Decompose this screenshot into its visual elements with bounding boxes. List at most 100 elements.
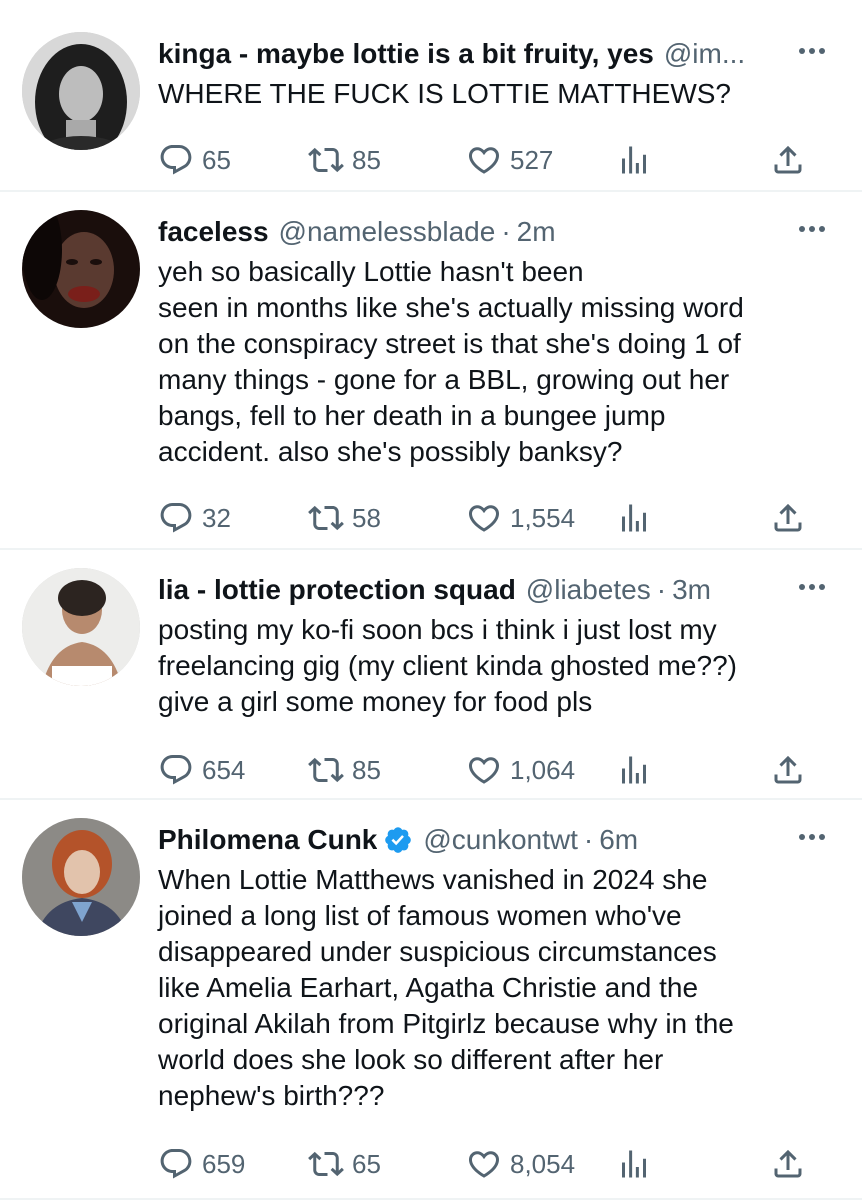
reply-icon <box>158 752 194 788</box>
tweet-text-line: freelancing gig (my client kinda ghosted… <box>158 650 737 681</box>
retweet-button[interactable]: 85 <box>308 748 381 792</box>
tweet-text: yeh so basically Lottie hasn't been seen… <box>158 254 818 470</box>
views-button[interactable] <box>616 1142 652 1186</box>
views-button[interactable] <box>616 748 652 792</box>
retweet-button[interactable]: 65 <box>308 1142 381 1186</box>
tweet[interactable]: Philomena Cunk @cunkontwt · 6m When Lott… <box>0 800 862 1200</box>
share-button[interactable] <box>770 1142 806 1186</box>
avatar[interactable] <box>22 818 140 936</box>
tweet-header: kinga - maybe lottie is a bit fruity, ye… <box>158 32 840 76</box>
tweet[interactable]: faceless @namelessblade · 2m yeh so basi… <box>0 192 862 550</box>
share-icon <box>770 500 806 536</box>
author-name[interactable]: faceless <box>158 216 269 248</box>
like-button[interactable]: 8,054 <box>466 1142 575 1186</box>
author-name[interactable]: lia - lottie protection squad <box>158 574 516 606</box>
tweet-text-line: accident. also she's possibly banksy? <box>158 436 623 467</box>
tweet-text-line: bangs, fell to her death in a bungee jum… <box>158 400 666 431</box>
avatar-image <box>22 32 140 150</box>
reply-count: 654 <box>202 754 246 785</box>
reply-button[interactable]: 65 <box>158 138 231 182</box>
like-button[interactable]: 1,064 <box>466 748 575 792</box>
tweet-text-line: joined a long list of famous women who'v… <box>158 900 682 931</box>
reply-icon <box>158 1146 194 1182</box>
tweet-text: WHERE THE FUCK IS LOTTIE MATTHEWS? <box>158 76 818 112</box>
more-icon[interactable] <box>792 36 832 66</box>
retweet-count: 58 <box>352 502 381 533</box>
more-icon[interactable] <box>792 572 832 602</box>
share-button[interactable] <box>770 748 806 792</box>
share-icon <box>770 1146 806 1182</box>
tweet-feed: kinga - maybe lottie is a bit fruity, ye… <box>0 0 862 1200</box>
like-count: 1,554 <box>510 502 576 533</box>
reply-button[interactable]: 659 <box>158 1142 245 1186</box>
tweet-actions: 65 85 527 <box>158 138 818 182</box>
separator-dot: · <box>501 216 511 247</box>
reply-button[interactable]: 654 <box>158 748 245 792</box>
tweet-text-line: When Lottie Matthews vanished in 2024 sh… <box>158 864 708 895</box>
tweet[interactable]: lia - lottie protection squad @liabetes … <box>0 550 862 800</box>
share-button[interactable] <box>770 496 806 540</box>
tweet-time[interactable]: 6m <box>599 824 638 856</box>
like-count: 527 <box>510 144 554 175</box>
tweet[interactable]: kinga - maybe lottie is a bit fruity, ye… <box>0 0 862 192</box>
tweet-actions: 654 85 1,064 <box>158 748 818 792</box>
retweet-count: 65 <box>352 1148 381 1179</box>
retweet-count: 85 <box>352 144 381 175</box>
tweet-text-line: nephew's birth??? <box>158 1080 385 1111</box>
like-count: 1,064 <box>510 754 576 785</box>
separator-dot: · <box>583 824 594 855</box>
retweet-button[interactable]: 85 <box>308 138 381 182</box>
like-button[interactable]: 527 <box>466 138 553 182</box>
tweet-time[interactable]: 2m <box>517 216 556 248</box>
separator-dot: · <box>656 574 667 605</box>
tweet-time[interactable]: 3m <box>672 574 711 606</box>
avatar[interactable] <box>22 32 140 150</box>
tweet-actions: 32 58 1,554 <box>158 496 818 540</box>
tweet-text-line: on the conspiracy street is that she's d… <box>158 328 741 359</box>
more-icon[interactable] <box>792 822 832 852</box>
retweet-icon <box>308 1146 344 1182</box>
avatar-image <box>22 818 140 936</box>
share-icon <box>770 752 806 788</box>
retweet-count: 85 <box>352 754 381 785</box>
views-icon <box>616 752 652 788</box>
share-button[interactable] <box>770 138 806 182</box>
like-count: 8,054 <box>510 1148 576 1179</box>
retweet-icon <box>308 752 344 788</box>
tweet-text-line: world does she look so different after h… <box>158 1044 664 1075</box>
author-handle[interactable]: @namelessblade <box>279 216 496 248</box>
tweet-text-line: disappeared under suspicious circumstanc… <box>158 936 717 967</box>
reply-button[interactable]: 32 <box>158 496 231 540</box>
tweet-header: Philomena Cunk @cunkontwt · 6m <box>158 818 840 862</box>
author-name[interactable]: Philomena Cunk <box>158 824 377 856</box>
tweet-text-line: original Akilah from Pitgirlz because wh… <box>158 1008 734 1039</box>
tweet-text-line: yeh so basically Lottie hasn't been <box>158 256 584 287</box>
like-icon <box>466 142 502 178</box>
tweet-text-line: like Amelia Earhart, Agatha Christie and… <box>158 972 699 1003</box>
avatar-image <box>22 568 140 686</box>
avatar-image <box>22 210 140 328</box>
avatar[interactable] <box>22 568 140 686</box>
tweet-text-line: give a girl some money for food pls <box>158 686 593 717</box>
views-button[interactable] <box>616 496 652 540</box>
author-name[interactable]: kinga - maybe lottie is a bit fruity, ye… <box>158 38 654 70</box>
like-icon <box>466 500 502 536</box>
tweet-text: posting my ko-fi soon bcs i think i just… <box>158 612 818 720</box>
tweet-text-line: posting my ko-fi soon bcs i think i just… <box>158 614 717 645</box>
author-handle[interactable]: @liabetes <box>526 574 651 606</box>
reply-icon <box>158 500 194 536</box>
author-handle[interactable]: @im... <box>664 38 745 70</box>
reply-count: 65 <box>202 144 231 175</box>
tweet-text-line: seen in months like she's actually missi… <box>158 292 744 323</box>
like-button[interactable]: 1,554 <box>466 496 575 540</box>
views-icon <box>616 1146 652 1182</box>
avatar[interactable] <box>22 210 140 328</box>
author-handle[interactable]: @cunkontwt <box>423 824 578 856</box>
retweet-button[interactable]: 58 <box>308 496 381 540</box>
views-button[interactable] <box>616 138 652 182</box>
retweet-icon <box>308 500 344 536</box>
tweet-text-line: many things - gone for a BBL, growing ou… <box>158 364 730 395</box>
tweet-actions: 659 65 8,054 <box>158 1142 818 1186</box>
tweet-header: lia - lottie protection squad @liabetes … <box>158 568 840 612</box>
more-icon[interactable] <box>792 214 832 244</box>
